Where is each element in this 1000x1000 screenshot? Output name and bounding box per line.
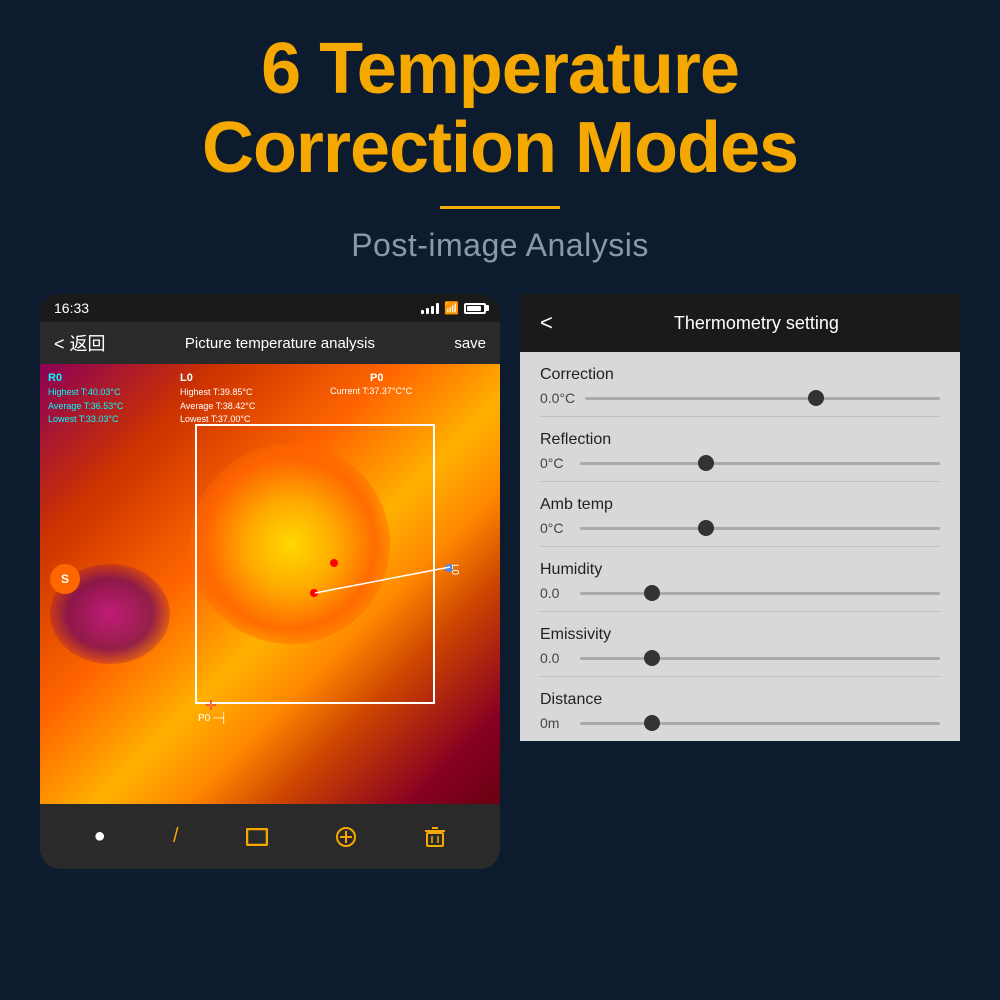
emissivity-setting: Emissivity 0.0 xyxy=(540,612,940,677)
emissivity-value: 0.0 xyxy=(540,650,570,666)
amb-temp-thumb[interactable] xyxy=(698,520,714,536)
amb-temp-label: Amb temp xyxy=(540,496,940,514)
settings-header: < Thermometry setting xyxy=(520,294,960,352)
rect-tool-icon[interactable] xyxy=(246,828,268,846)
wifi-icon: 📶 xyxy=(444,301,459,315)
emissivity-slider[interactable] xyxy=(580,657,940,660)
emissivity-slider-row: 0.0 xyxy=(540,650,940,666)
correction-setting: Correction 0.0°C xyxy=(540,352,940,417)
main-title: 6 Temperature Correction Modes xyxy=(202,30,798,188)
humidity-value: 0.0 xyxy=(540,585,570,601)
subtitle: Post-image Analysis xyxy=(351,227,649,264)
page-container: 6 Temperature Correction Modes Post-imag… xyxy=(0,0,1000,1000)
thermal-image: R0 L0 P0 Highest T:40.03°C Average T:36.… xyxy=(40,364,500,804)
signal-icon xyxy=(421,302,439,314)
humidity-slider-row: 0.0 xyxy=(540,585,940,601)
settings-panel: < Thermometry setting Correction 0.0°C xyxy=(520,294,960,741)
phone-bottom-bar: ● / xyxy=(40,804,500,869)
battery-icon xyxy=(464,303,486,314)
correction-label: Correction xyxy=(540,366,940,384)
save-button[interactable]: save xyxy=(454,335,486,352)
distance-value: 0m xyxy=(540,715,570,731)
dot-tool-icon[interactable]: ● xyxy=(94,825,106,848)
correction-value: 0.0°C xyxy=(540,390,575,406)
distance-label: Distance xyxy=(540,691,940,709)
settings-title: Thermometry setting xyxy=(573,313,940,334)
line-tool-icon[interactable]: / xyxy=(173,825,179,848)
amb-temp-slider-row: 0°C xyxy=(540,520,940,536)
humidity-label: Humidity xyxy=(540,561,940,579)
humidity-thumb[interactable] xyxy=(644,585,660,601)
screens-row: 16:33 📶 < 返回 Picture tem xyxy=(20,294,980,869)
measurement-line xyxy=(40,364,500,804)
back-button[interactable]: < 返回 xyxy=(54,330,106,356)
nav-title: Picture temperature analysis xyxy=(114,335,447,352)
divider xyxy=(440,206,560,209)
distance-thumb[interactable] xyxy=(644,715,660,731)
reflection-slider[interactable] xyxy=(580,462,940,465)
emissivity-thumb[interactable] xyxy=(644,650,660,666)
time-display: 16:33 xyxy=(54,300,89,316)
settings-back-button[interactable]: < xyxy=(540,310,553,336)
status-bar: 16:33 📶 xyxy=(40,294,500,322)
settings-content: Correction 0.0°C Reflection 0°C xyxy=(520,352,960,741)
distance-slider[interactable] xyxy=(580,722,940,725)
correction-thumb[interactable] xyxy=(808,390,824,406)
title-line1: 6 Temperature xyxy=(202,30,798,109)
title-line2: Correction Modes xyxy=(202,109,798,188)
delete-tool-icon[interactable] xyxy=(424,826,446,848)
reflection-setting: Reflection 0°C xyxy=(540,417,940,482)
distance-slider-row: 0m xyxy=(540,715,940,731)
l0-side-label: L0 xyxy=(449,564,460,575)
nav-bar: < 返回 Picture temperature analysis save xyxy=(40,322,500,364)
amb-temp-setting: Amb temp 0°C xyxy=(540,482,940,547)
add-tool-icon[interactable] xyxy=(335,826,357,848)
reflection-value: 0°C xyxy=(540,455,570,471)
reflection-thumb[interactable] xyxy=(698,455,714,471)
distance-setting: Distance 0m xyxy=(540,677,940,741)
emissivity-label: Emissivity xyxy=(540,626,940,644)
correction-slider[interactable] xyxy=(585,397,940,400)
p0-corner-label: P0 ─┤ xyxy=(198,713,227,724)
phone-screen: 16:33 📶 < 返回 Picture tem xyxy=(40,294,500,869)
correction-slider-row: 0.0°C xyxy=(540,390,940,406)
reflection-slider-row: 0°C xyxy=(540,455,940,471)
amb-temp-value: 0°C xyxy=(540,520,570,536)
humidity-setting: Humidity 0.0 xyxy=(540,547,940,612)
reflection-label: Reflection xyxy=(540,431,940,449)
crosshair-marker: ✛ xyxy=(205,697,217,714)
humidity-slider[interactable] xyxy=(580,592,940,595)
amb-temp-slider[interactable] xyxy=(580,527,940,530)
status-icons: 📶 xyxy=(421,301,486,315)
